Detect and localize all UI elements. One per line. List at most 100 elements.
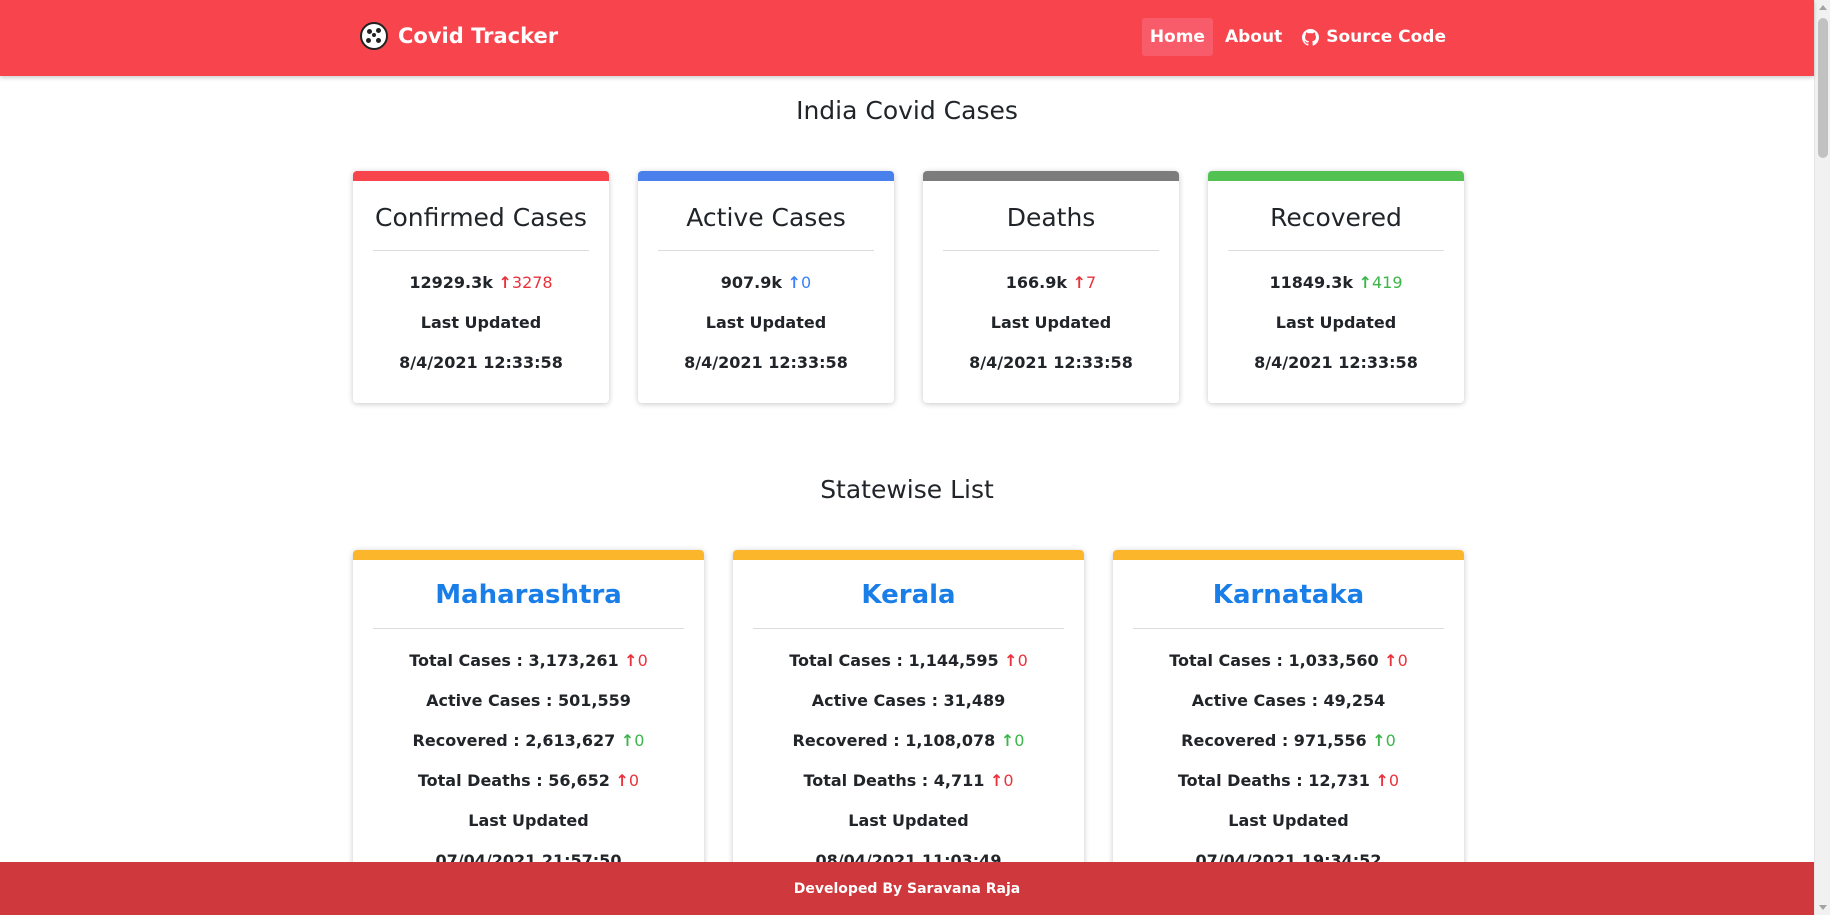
state-total-delta: 0 bbox=[1384, 651, 1408, 670]
state-recovered: Recovered : 2,613,627 bbox=[412, 731, 616, 750]
state-deaths: Total Deaths : 56,652 bbox=[417, 771, 610, 790]
state-recovered: Recovered : 971,556 bbox=[1181, 731, 1367, 750]
card-value-row: 907.9k 0 bbox=[638, 273, 894, 292]
state-deaths-delta: 0 bbox=[1376, 771, 1400, 790]
card-updated-time: 8/4/2021 12:33:58 bbox=[969, 353, 1133, 372]
card-updated-time: 8/4/2021 12:33:58 bbox=[684, 353, 848, 372]
state-recovered-delta: 0 bbox=[1001, 731, 1025, 750]
state-total-row: Total Cases : 3,173,261 0 bbox=[353, 651, 704, 670]
active-card: Active Cases 907.9k 0 Last Updated 8/4/2… bbox=[638, 171, 894, 403]
card-delta: 3278 bbox=[498, 273, 552, 292]
card-divider bbox=[753, 628, 1064, 629]
state-total-delta: 0 bbox=[624, 651, 648, 670]
card-divider bbox=[373, 250, 589, 251]
card-color-bar bbox=[353, 550, 704, 560]
card-updated-time: 8/4/2021 12:33:58 bbox=[399, 353, 563, 372]
card-updated-time: 8/4/2021 12:33:58 bbox=[1254, 353, 1418, 372]
nav-home-link[interactable]: Home bbox=[1141, 18, 1213, 56]
state-total: Total Cases : 1,144,595 bbox=[789, 651, 999, 670]
state-recovered-delta: 0 bbox=[1372, 731, 1396, 750]
card-delta: 7 bbox=[1073, 273, 1097, 292]
card-updated-label: Last Updated bbox=[990, 313, 1112, 332]
state-name-link[interactable]: Kerala bbox=[733, 580, 1084, 610]
card-updated-label: Last Updated bbox=[1275, 313, 1397, 332]
statewise-section-title: Statewise List bbox=[820, 475, 994, 504]
state-name-link[interactable]: Karnataka bbox=[1113, 580, 1464, 610]
card-divider bbox=[1133, 628, 1444, 629]
card-value: 907.9k bbox=[720, 273, 783, 292]
scroll-up-arrow-icon[interactable] bbox=[1819, 5, 1827, 10]
navbar: Covid Tracker Home About Source Code bbox=[0, 0, 1814, 76]
card-updated-label: Last Updated bbox=[705, 313, 827, 332]
state-deaths-row: Total Deaths : 56,652 0 bbox=[353, 771, 704, 790]
card-divider bbox=[943, 250, 1159, 251]
card-value: 12929.3k bbox=[409, 273, 493, 292]
brand-name: Covid Tracker bbox=[398, 24, 559, 48]
card-value-row: 11849.3k 419 bbox=[1208, 273, 1464, 292]
recovered-card: Recovered 11849.3k 419 Last Updated 8/4/… bbox=[1208, 171, 1464, 403]
nav-source-link[interactable]: Source Code bbox=[1294, 18, 1454, 56]
card-color-bar bbox=[638, 171, 894, 181]
state-deaths: Total Deaths : 12,731 bbox=[1177, 771, 1370, 790]
footer: Developed By Saravana Raja bbox=[0, 862, 1814, 915]
card-delta: 419 bbox=[1359, 273, 1403, 292]
state-total-row: Total Cases : 1,033,560 0 bbox=[1113, 651, 1464, 670]
footer-text: Developed By Saravana Raja bbox=[793, 880, 1021, 897]
nav-about-label: About bbox=[1224, 27, 1283, 47]
card-color-bar bbox=[733, 550, 1084, 560]
state-total: Total Cases : 1,033,560 bbox=[1169, 651, 1379, 670]
nav-source-label: Source Code bbox=[1326, 27, 1446, 47]
state-deaths-row: Total Deaths : 4,711 0 bbox=[733, 771, 1084, 790]
card-value: 166.9k bbox=[1005, 273, 1068, 292]
card-color-bar bbox=[353, 171, 609, 181]
state-name-link[interactable]: Maharashtra bbox=[353, 580, 704, 610]
card-updated-label: Last Updated bbox=[420, 313, 542, 332]
nav-links: Home About Source Code bbox=[1141, 18, 1454, 56]
card-value: 11849.3k bbox=[1269, 273, 1353, 292]
virus-logo-icon bbox=[360, 22, 388, 50]
state-deaths-delta: 0 bbox=[616, 771, 640, 790]
state-card-maharashtra: Maharashtra Total Cases : 3,173,261 0 Ac… bbox=[353, 550, 704, 880]
state-active: Active Cases : 501,559 bbox=[426, 691, 631, 710]
state-total-delta: 0 bbox=[1004, 651, 1028, 670]
card-title: Deaths bbox=[1006, 203, 1096, 232]
state-updated-label: Last Updated bbox=[468, 811, 589, 830]
state-recovered-row: Recovered : 1,108,078 0 bbox=[733, 731, 1084, 750]
card-divider bbox=[1228, 250, 1444, 251]
deaths-card: Deaths 166.9k 7 Last Updated 8/4/2021 12… bbox=[923, 171, 1179, 403]
state-deaths-delta: 0 bbox=[990, 771, 1014, 790]
state-recovered-row: Recovered : 2,613,627 0 bbox=[353, 731, 704, 750]
nav-about-link[interactable]: About bbox=[1217, 18, 1290, 56]
state-recovered-delta: 0 bbox=[621, 731, 645, 750]
confirmed-card: Confirmed Cases 12929.3k 3278 Last Updat… bbox=[353, 171, 609, 403]
card-title: Active Cases bbox=[686, 203, 846, 232]
india-section-title: India Covid Cases bbox=[796, 96, 1018, 125]
state-total-row: Total Cases : 1,144,595 0 bbox=[733, 651, 1084, 670]
state-deaths-row: Total Deaths : 12,731 0 bbox=[1113, 771, 1464, 790]
card-divider bbox=[373, 628, 684, 629]
card-delta: 0 bbox=[788, 273, 812, 292]
brand[interactable]: Covid Tracker bbox=[360, 20, 558, 52]
state-updated-label: Last Updated bbox=[848, 811, 969, 830]
state-deaths: Total Deaths : 4,711 bbox=[803, 771, 985, 790]
state-card-karnataka: Karnataka Total Cases : 1,033,560 0 Acti… bbox=[1113, 550, 1464, 880]
state-recovered-row: Recovered : 971,556 0 bbox=[1113, 731, 1464, 750]
card-color-bar bbox=[1113, 550, 1464, 560]
card-color-bar bbox=[1208, 171, 1464, 181]
github-icon bbox=[1302, 28, 1320, 46]
card-divider bbox=[658, 250, 874, 251]
card-title: Recovered bbox=[1270, 203, 1402, 232]
state-active: Active Cases : 31,489 bbox=[811, 691, 1006, 710]
state-updated-label: Last Updated bbox=[1228, 811, 1349, 830]
scrollbar-thumb[interactable] bbox=[1818, 18, 1828, 158]
card-color-bar bbox=[923, 171, 1179, 181]
state-card-kerala: Kerala Total Cases : 1,144,595 0 Active … bbox=[733, 550, 1084, 880]
card-value-row: 166.9k 7 bbox=[923, 273, 1179, 292]
state-active: Active Cases : 49,254 bbox=[1191, 691, 1386, 710]
scroll-down-arrow-icon[interactable] bbox=[1819, 905, 1827, 910]
card-title: Confirmed Cases bbox=[375, 203, 587, 232]
state-total: Total Cases : 3,173,261 bbox=[409, 651, 619, 670]
state-recovered: Recovered : 1,108,078 bbox=[792, 731, 996, 750]
page-scrollbar[interactable] bbox=[1814, 0, 1830, 915]
card-value-row: 12929.3k 3278 bbox=[353, 273, 609, 292]
